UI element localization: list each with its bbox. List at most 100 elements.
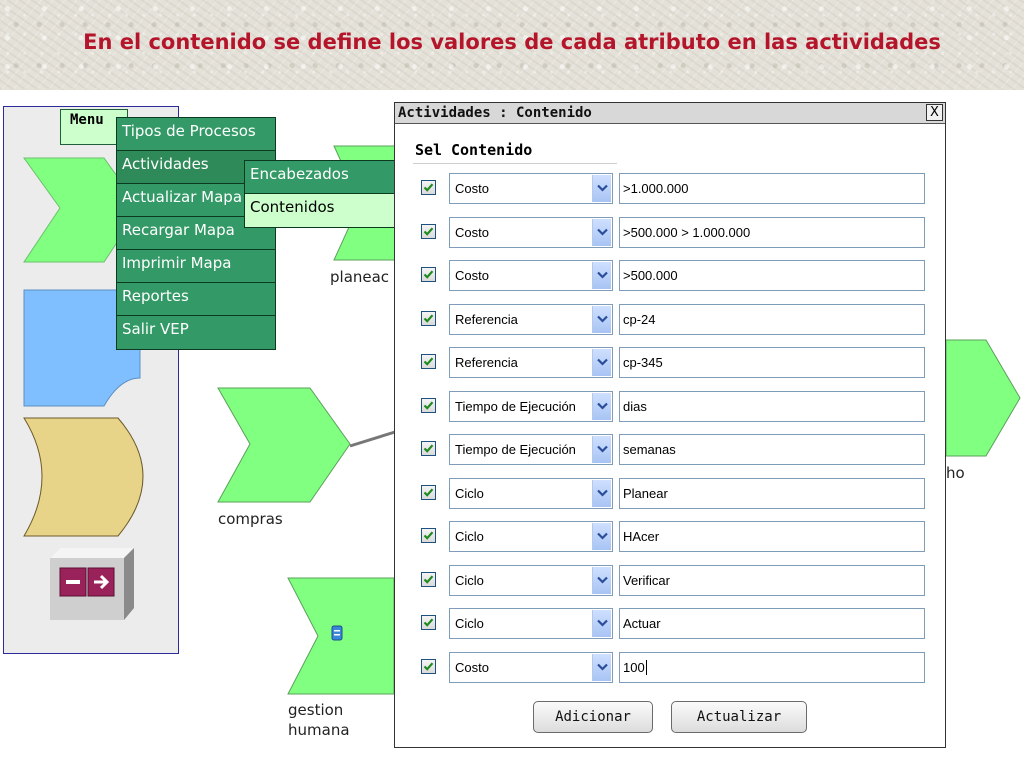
arrow-connector-tool[interactable]	[50, 548, 134, 620]
dialog-titlebar[interactable]: Actividades : Contenido X	[395, 103, 945, 124]
menu-item-reportes[interactable]: Reportes	[117, 283, 275, 316]
check-icon	[423, 401, 434, 410]
value-input[interactable]: cp-24	[619, 304, 925, 335]
menu-item-salir-vep[interactable]: Salir VEP	[117, 316, 275, 349]
attribute-select[interactable]: Costo	[449, 173, 613, 204]
attribute-select[interactable]: Ciclo	[449, 608, 613, 639]
dialog-title: Actividades : Contenido	[398, 105, 592, 121]
chevron-down-icon[interactable]	[592, 219, 611, 246]
column-header-sel: Sel	[415, 141, 443, 159]
contenido-dialog: Actividades : Contenido X Sel Contenido …	[394, 102, 946, 748]
value-input[interactable]: 100	[619, 652, 925, 683]
chevron-down-icon[interactable]	[592, 480, 611, 507]
value-input-text: 100	[623, 660, 645, 675]
value-input[interactable]: Actuar	[619, 608, 925, 639]
attribute-select-value: Tiempo de Ejecución	[455, 442, 576, 457]
attribute-select[interactable]: Costo	[449, 652, 613, 683]
adicionar-button[interactable]: Adicionar	[533, 701, 653, 733]
activity-label-gestion-humana: gestion humana	[288, 700, 350, 740]
value-input[interactable]: >500.000	[619, 260, 925, 291]
header-divider	[413, 163, 617, 164]
chevron-down-icon[interactable]	[592, 654, 611, 681]
menu-item-imprimir-mapa[interactable]: Imprimir Mapa	[117, 250, 275, 283]
chevron-down-icon[interactable]	[592, 610, 611, 637]
check-icon	[423, 227, 434, 236]
attribute-select[interactable]: Referencia	[449, 347, 613, 378]
attribute-select[interactable]: Ciclo	[449, 565, 613, 596]
decision-shape-tool[interactable]	[23, 417, 144, 537]
value-input[interactable]: >1.000.000	[619, 173, 925, 204]
select-checkbox[interactable]	[421, 224, 436, 239]
column-header-contenido: Contenido	[451, 141, 533, 159]
chevron-down-icon[interactable]	[592, 436, 611, 463]
check-icon	[423, 314, 434, 323]
activity-shape-right[interactable]	[945, 339, 1021, 457]
close-button[interactable]: X	[926, 104, 943, 121]
content-row: Costo >1.000.000	[395, 171, 947, 205]
chevron-down-icon[interactable]	[592, 567, 611, 594]
check-icon	[423, 444, 434, 453]
select-checkbox[interactable]	[421, 528, 436, 543]
select-checkbox[interactable]	[421, 659, 436, 674]
attribute-select[interactable]: Ciclo	[449, 521, 613, 552]
submenu-item-contenidos[interactable]: Contenidos	[245, 194, 405, 227]
attribute-select[interactable]: Tiempo de Ejecución	[449, 391, 613, 422]
value-input[interactable]: cp-345	[619, 347, 925, 378]
activity-label-line: humana	[288, 721, 350, 739]
chevron-down-icon[interactable]	[592, 393, 611, 420]
check-icon	[423, 183, 434, 192]
value-input-text: HAcer	[623, 529, 660, 544]
value-input[interactable]: Planear	[619, 478, 925, 509]
attribute-select[interactable]: Costo	[449, 217, 613, 248]
menu-item-tipos-de-procesos[interactable]: Tipos de Procesos	[117, 118, 275, 151]
value-input[interactable]: Verificar	[619, 565, 925, 596]
check-icon	[423, 662, 434, 671]
submenu-item-encabezados[interactable]: Encabezados	[245, 161, 405, 194]
select-checkbox[interactable]	[421, 485, 436, 500]
activity-label-right: ho	[946, 464, 965, 482]
select-checkbox[interactable]	[421, 572, 436, 587]
document-badge-icon	[331, 625, 343, 641]
attribute-select-value: Ciclo	[455, 529, 484, 544]
check-icon	[423, 531, 434, 540]
check-icon	[423, 618, 434, 627]
attribute-select-value: Referencia	[455, 312, 518, 327]
value-input-text: dias	[623, 399, 647, 414]
value-input[interactable]: dias	[619, 391, 925, 422]
text-caret	[645, 660, 647, 675]
value-input[interactable]: HAcer	[619, 521, 925, 552]
chevron-down-icon[interactable]	[592, 262, 611, 289]
attribute-select-value: Ciclo	[455, 616, 484, 631]
value-input[interactable]: >500.000 > 1.000.000	[619, 217, 925, 248]
attribute-select[interactable]: Referencia	[449, 304, 613, 335]
value-input-text: Verificar	[623, 573, 670, 588]
check-icon	[423, 488, 434, 497]
content-row: Tiempo de Ejecución semanas	[395, 432, 947, 466]
chevron-down-icon[interactable]	[592, 175, 611, 202]
chevron-down-icon[interactable]	[592, 306, 611, 333]
select-checkbox[interactable]	[421, 441, 436, 456]
select-checkbox[interactable]	[421, 398, 436, 413]
content-row: Referencia cp-345	[395, 345, 947, 379]
chevron-down-icon[interactable]	[592, 349, 611, 376]
check-icon	[423, 270, 434, 279]
activity-shape-compras[interactable]	[217, 387, 351, 503]
select-checkbox[interactable]	[421, 267, 436, 282]
select-checkbox[interactable]	[421, 354, 436, 369]
chevron-down-icon[interactable]	[592, 523, 611, 550]
submenu-actividades: Encabezados Contenidos	[244, 160, 406, 228]
select-checkbox[interactable]	[421, 615, 436, 630]
attribute-select[interactable]: Costo	[449, 260, 613, 291]
attribute-select-value: Costo	[455, 225, 489, 240]
main-menu: Tipos de Procesos Actividades Actualizar…	[116, 117, 276, 350]
select-checkbox[interactable]	[421, 311, 436, 326]
actualizar-button[interactable]: Actualizar	[671, 701, 807, 733]
attribute-select[interactable]: Tiempo de Ejecución	[449, 434, 613, 465]
content-row: Costo >500.000	[395, 258, 947, 292]
value-input[interactable]: semanas	[619, 434, 925, 465]
value-input-text: semanas	[623, 442, 676, 457]
attribute-select[interactable]: Ciclo	[449, 478, 613, 509]
check-icon	[423, 357, 434, 366]
attribute-select-value: Ciclo	[455, 573, 484, 588]
select-checkbox[interactable]	[421, 180, 436, 195]
